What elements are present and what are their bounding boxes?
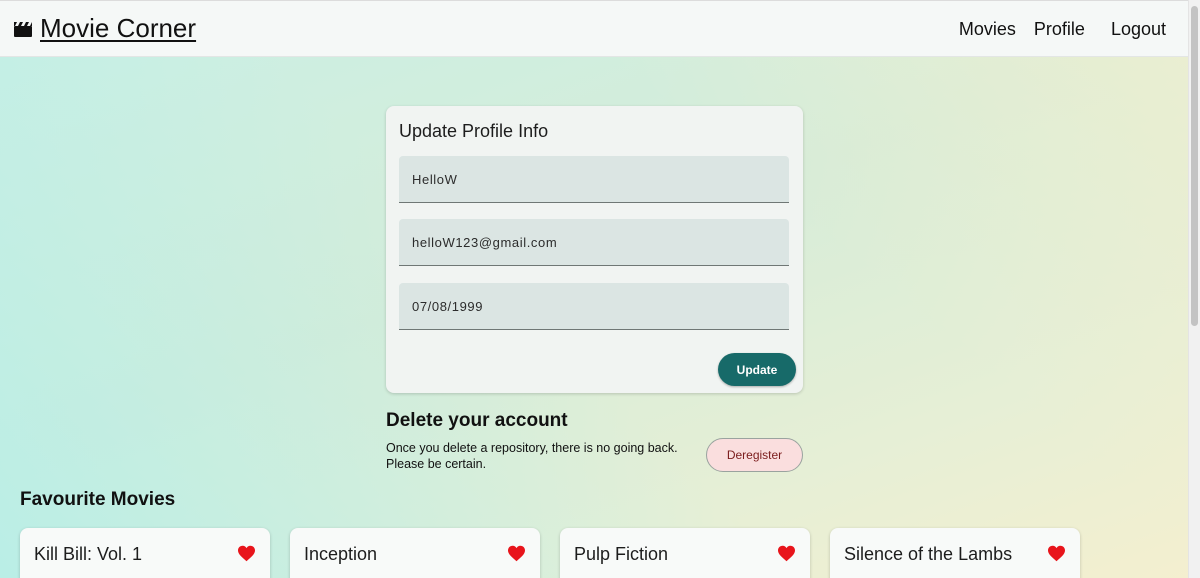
scrollbar-thumb[interactable] [1191,6,1198,326]
birthday-input[interactable] [399,283,789,329]
delete-account-title: Delete your account [386,410,568,431]
email-input[interactable] [399,219,789,265]
heart-icon[interactable] [237,545,256,562]
username-field-container [399,156,789,203]
nav-links: Movies Profile Logout [941,1,1166,58]
delete-warning-line-1: Once you delete a repository, there is n… [386,441,678,455]
brand[interactable]: Movie Corner [14,13,196,44]
nav-link-movies[interactable]: Movies [959,19,1016,40]
nav-link-logout[interactable]: Logout [1111,19,1166,40]
brand-title[interactable]: Movie Corner [40,13,196,44]
update-profile-title: Update Profile Info [399,121,549,141]
delete-warning-line-2: Please be certain. [386,457,487,471]
update-button[interactable]: Update [718,353,796,386]
clapperboard-icon [14,21,32,37]
username-input[interactable] [399,156,789,202]
update-profile-card: Update Profile Info Update [386,106,803,393]
heart-icon[interactable] [507,545,526,562]
heart-icon[interactable] [1047,545,1066,562]
delete-account-warning: Once you delete a repository, there is n… [386,440,706,472]
favourite-movies-title: Favourite Movies [20,489,176,510]
birthday-field-container [399,283,789,330]
nav-link-profile[interactable]: Profile [1034,19,1085,40]
deregister-button[interactable]: Deregister [706,438,803,472]
movie-title: Silence of the Lambs [844,544,1013,564]
scrollbar[interactable] [1188,0,1200,578]
movie-card[interactable]: Pulp Fiction [560,528,810,578]
movie-card[interactable]: Inception [290,528,540,578]
movie-card[interactable]: Kill Bill: Vol. 1 [20,528,270,578]
email-field-container [399,219,789,266]
navbar: Movie Corner Movies Profile Logout [0,0,1188,57]
movie-title: Kill Bill: Vol. 1 [34,544,143,564]
heart-icon[interactable] [777,545,796,562]
movie-title: Pulp Fiction [574,544,669,564]
movie-title: Inception [304,544,378,564]
movie-card[interactable]: Silence of the Lambs [830,528,1080,578]
